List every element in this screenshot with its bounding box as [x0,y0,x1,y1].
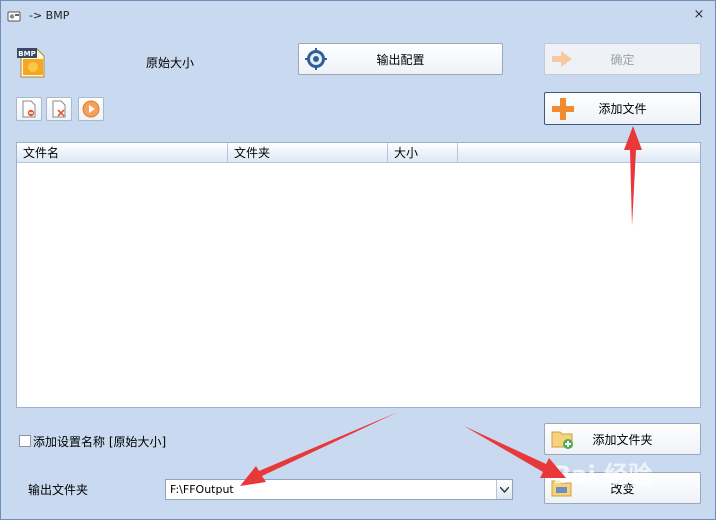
confirm-button[interactable]: 确定 [544,43,701,75]
add-file-label: 添加文件 [598,102,647,116]
output-folder-label: 输出文件夹 [28,483,89,497]
add-file-button[interactable]: 添加文件 [544,92,701,125]
play-button[interactable] [78,97,104,121]
add-folder-button[interactable]: 添加文件夹 [544,423,701,455]
add-setting-name-option[interactable]: 添加设置名称 [原始大小] [19,433,166,449]
remove-file-icon [22,100,36,118]
output-folder-select[interactable]: F:\FFOutput [165,479,513,500]
change-button[interactable]: 改变 [544,472,701,504]
output-config-button[interactable]: 输出配置 [298,43,503,75]
output-folder-dropdown-button[interactable] [496,480,512,499]
remove-file-button[interactable] [16,97,42,121]
add-folder-label: 添加文件夹 [592,432,653,447]
title-bar: -> BMP × [1,1,715,31]
change-label: 改变 [610,481,635,496]
column-header-size[interactable]: 大小 [388,143,458,163]
output-config-label: 输出配置 [376,52,425,67]
chevron-down-icon [500,486,509,493]
column-header-folder[interactable]: 文件夹 [228,143,388,163]
column-header-filename[interactable]: 文件名 [17,143,228,163]
play-icon [82,100,100,118]
arrow-right-icon [552,51,572,67]
format-badge-text: BMP [18,50,35,58]
bmp-format-icon: BMP [17,48,45,78]
plus-icon [552,97,574,120]
confirm-label: 确定 [610,52,635,67]
format-label: 原始大小 [146,56,195,70]
add-setting-name-checkbox[interactable] [19,435,31,447]
folder-change-icon [551,480,572,497]
clear-list-icon [52,100,66,118]
close-button[interactable]: × [691,7,707,23]
app-window: -> BMP × BMP 原始大小 输出配置 确定 添加文件 文件名 文件夹 大… [0,0,716,520]
gear-icon [305,48,327,70]
window-title: -> BMP [29,9,70,22]
file-list[interactable]: 文件名 文件夹 大小 [16,142,701,408]
file-list-header: 文件名 文件夹 大小 [17,143,700,163]
add-setting-name-label: 添加设置名称 [原始大小] [33,434,167,449]
output-folder-value: F:\FFOutput [170,483,234,496]
folder-add-icon [551,431,573,449]
app-icon [7,11,21,22]
clear-list-button[interactable] [46,97,72,121]
